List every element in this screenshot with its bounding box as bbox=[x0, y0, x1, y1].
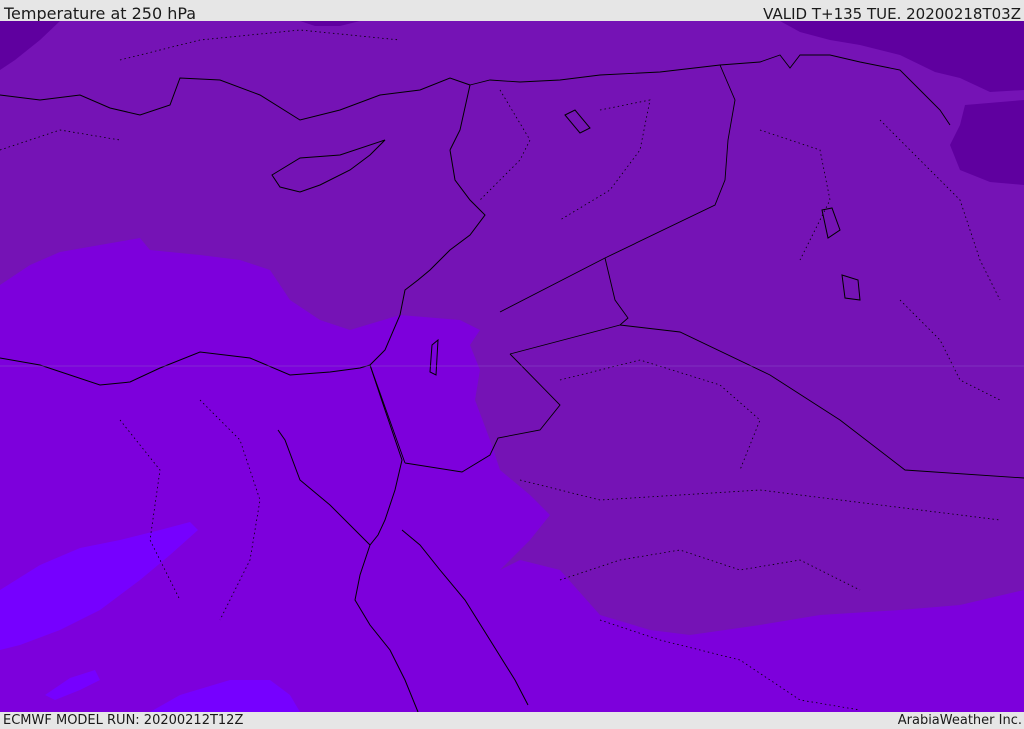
model-run-label: ECMWF MODEL RUN: 20200212T12Z bbox=[3, 713, 244, 728]
temperature-map[interactable] bbox=[0, 21, 1024, 712]
header-bar: Temperature at 250 hPa VALID T+135 TUE. … bbox=[0, 0, 1024, 23]
footer-bar: ECMWF MODEL RUN: 20200212T12Z ArabiaWeat… bbox=[0, 712, 1024, 729]
credit-label: ArabiaWeather Inc. bbox=[897, 713, 1022, 728]
